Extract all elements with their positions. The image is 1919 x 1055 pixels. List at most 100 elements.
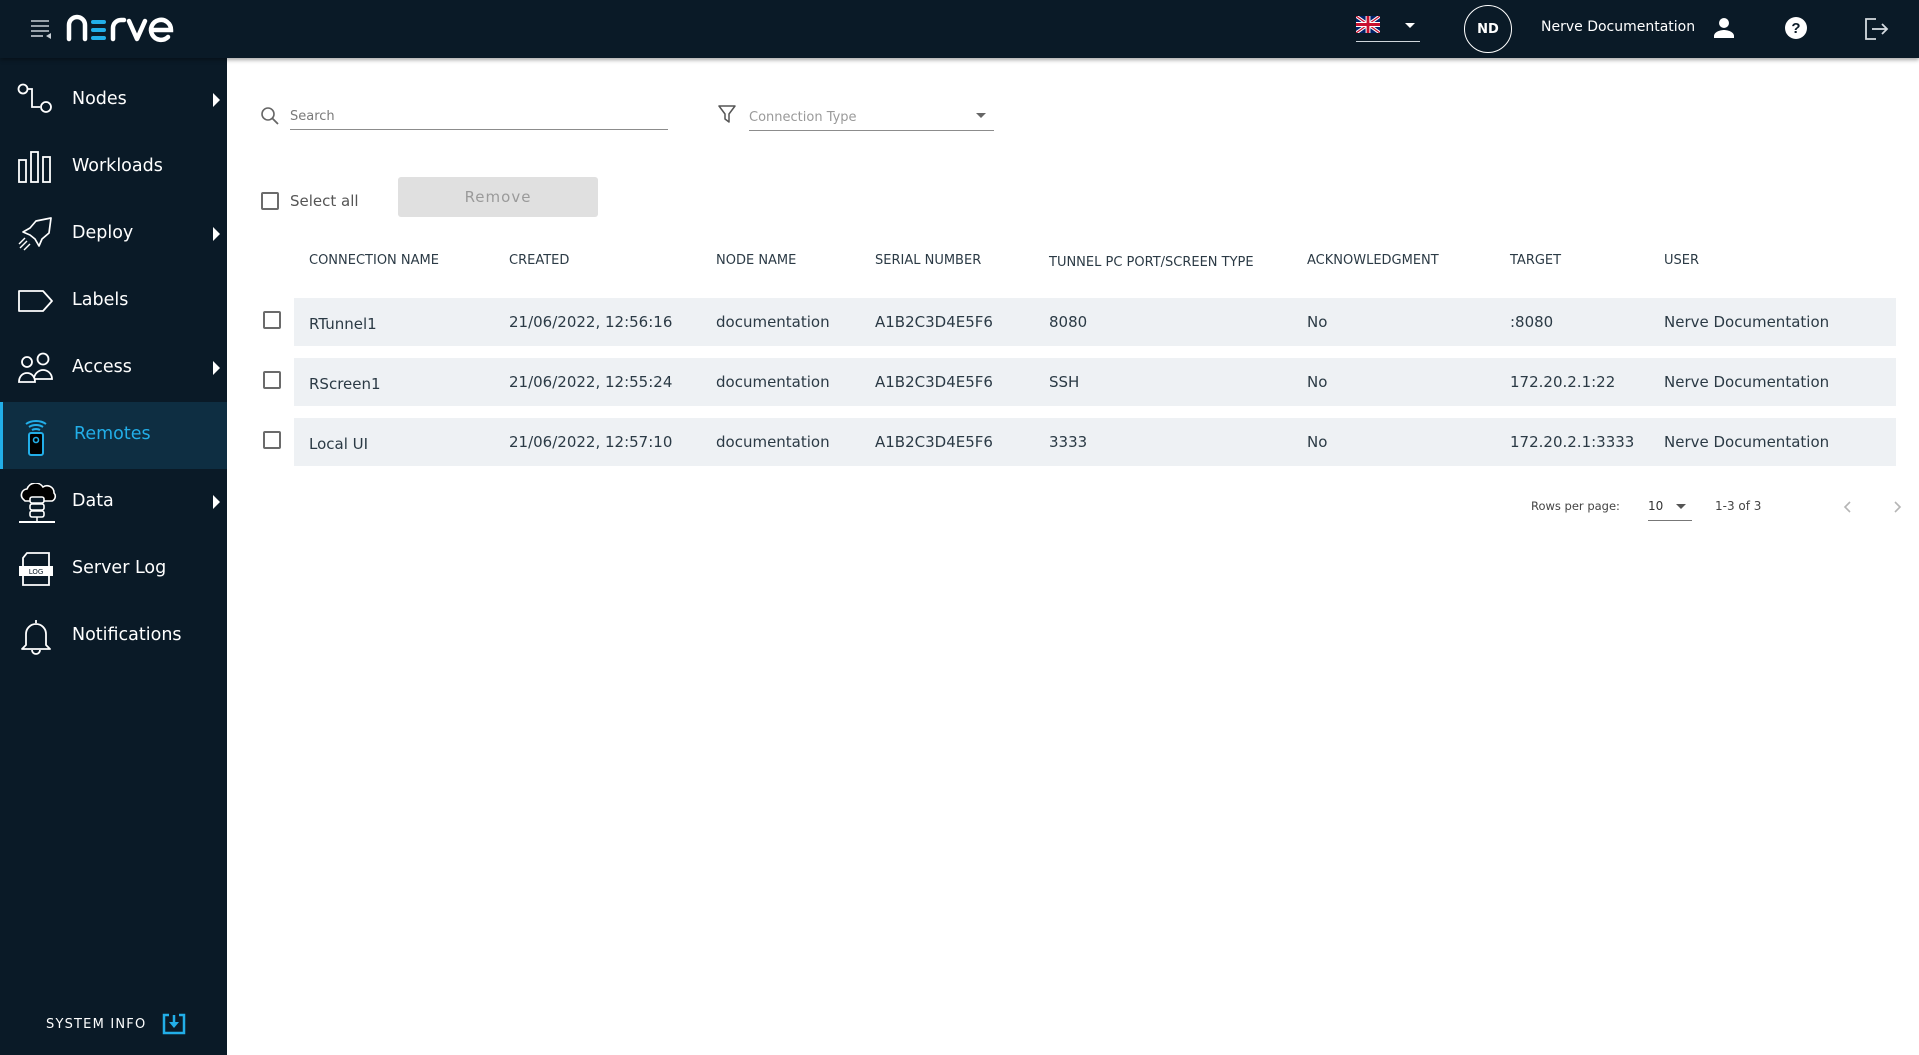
select-all-checkbox[interactable] (261, 192, 279, 210)
cell-connection-name: RTunnel1 (309, 315, 377, 333)
cell-serial-number: A1B2C3D4E5F6 (875, 313, 993, 331)
user-icon[interactable] (1712, 16, 1736, 40)
cell-user: Nerve Documentation (1664, 373, 1830, 391)
select-all[interactable]: Select all (261, 192, 359, 210)
cell-node-name: documentation (716, 433, 830, 451)
rows-per-page-label: Rows per page: (1531, 499, 1620, 513)
sidebar-item-remotes[interactable]: Remotes (0, 402, 227, 469)
rows-per-page-select[interactable]: 10 (1648, 491, 1692, 521)
sidebar-item-access[interactable]: Access (0, 335, 227, 402)
row-checkbox[interactable] (263, 311, 281, 329)
sidebar-item-labels[interactable]: Labels (0, 268, 227, 335)
column-header-acknowledgment[interactable]: ACKNOWLEDGMENT (1307, 253, 1439, 268)
previous-page-button[interactable] (1836, 495, 1860, 519)
download-icon (163, 1013, 186, 1035)
table-row[interactable]: Local UI 21/06/2022, 12:57:10 documentat… (294, 418, 1896, 466)
workloads-icon (17, 148, 55, 186)
cell-created: 21/06/2022, 12:55:24 (509, 373, 673, 391)
sidebar-item-label: Data (72, 491, 114, 511)
search-icon (261, 107, 279, 125)
column-header-target[interactable]: TARGET (1510, 253, 1561, 268)
cell-user: Nerve Documentation (1664, 313, 1830, 331)
column-header-node-name[interactable]: NODE NAME (716, 253, 796, 268)
select-all-label: Select all (290, 192, 359, 210)
avatar[interactable]: ND (1464, 5, 1512, 53)
users-icon (17, 349, 55, 387)
cell-target: 172.20.2.1:22 (1510, 373, 1616, 391)
sidebar-item-label: Deploy (72, 223, 134, 243)
username[interactable]: Nerve Documentation (1541, 19, 1695, 35)
page-range: 1-3 of 3 (1715, 499, 1762, 513)
nerve-logo (66, 8, 176, 46)
cell-serial-number: A1B2C3D4E5F6 (875, 433, 993, 451)
rocket-icon (17, 215, 55, 253)
sidebar-item-deploy[interactable]: Deploy (0, 201, 227, 268)
sidebar-item-label: Workloads (72, 156, 163, 176)
chevron-right-icon (213, 227, 220, 241)
help-icon[interactable]: ? (1784, 16, 1808, 40)
system-info-button[interactable]: SYSTEM INFO (46, 1013, 186, 1035)
chevron-right-icon (213, 93, 220, 107)
row-checkbox[interactable] (263, 431, 281, 449)
table-row[interactable]: RTunnel1 21/06/2022, 12:56:16 documentat… (294, 298, 1896, 346)
language-select[interactable] (1356, 14, 1420, 42)
cell-created: 21/06/2022, 12:56:16 (509, 313, 673, 331)
connection-type-filter: Connection Type (718, 100, 994, 132)
connection-type-select[interactable]: Connection Type (749, 100, 994, 131)
uk-flag-icon (1356, 16, 1380, 33)
cell-node-name: documentation (716, 373, 830, 391)
rows-per-page-value: 10 (1648, 499, 1664, 513)
connection-type-placeholder: Connection Type (749, 110, 857, 125)
chevron-down-icon (1405, 23, 1415, 28)
log-file-icon: LOG (17, 550, 55, 588)
bell-icon (17, 617, 55, 655)
column-header-tunnel-port[interactable]: TUNNEL PC PORT/SCREEN TYPE (1049, 255, 1254, 270)
table-header: CONNECTION NAME CREATED NODE NAME SERIAL… (294, 253, 1896, 283)
sidebar-item-label: Remotes (74, 424, 151, 444)
cell-acknowledgment: No (1307, 373, 1328, 391)
sidebar: Nodes Workloads Deploy Labels Access Rem… (0, 58, 227, 1055)
sidebar-item-server-log[interactable]: LOG Server Log (0, 536, 227, 603)
logout-icon[interactable] (1863, 16, 1889, 40)
sidebar-item-notifications[interactable]: Notifications (0, 603, 227, 670)
cell-target: :8080 (1510, 313, 1554, 331)
cell-connection-name: RScreen1 (309, 375, 381, 393)
table-row[interactable]: RScreen1 21/06/2022, 12:55:24 documentat… (294, 358, 1896, 406)
column-header-user[interactable]: USER (1664, 253, 1699, 268)
svg-text:LOG: LOG (29, 568, 44, 576)
cell-serial-number: A1B2C3D4E5F6 (875, 373, 993, 391)
column-header-connection-name[interactable]: CONNECTION NAME (309, 253, 439, 268)
cell-connection-name: Local UI (309, 435, 369, 453)
cell-target: 172.20.2.1:3333 (1510, 433, 1635, 451)
nodes-icon (17, 81, 55, 119)
menu-collapse-icon[interactable] (30, 17, 52, 39)
cloud-database-icon (17, 482, 57, 523)
search-field (260, 102, 669, 132)
sidebar-item-label: Nodes (72, 89, 127, 109)
remote-icon (17, 416, 55, 456)
cell-tunnel-port: 3333 (1049, 433, 1088, 451)
chevron-right-icon (1894, 501, 1902, 513)
cell-acknowledgment: No (1307, 313, 1328, 331)
top-bar: ND Nerve Documentation ? (0, 0, 1919, 58)
sidebar-item-nodes[interactable]: Nodes (0, 67, 227, 134)
cell-tunnel-port: 8080 (1049, 313, 1088, 331)
chevron-left-icon (1843, 501, 1851, 513)
next-page-button[interactable] (1885, 495, 1909, 519)
row-checkbox[interactable] (263, 371, 281, 389)
cell-tunnel-port: SSH (1049, 373, 1080, 391)
pagination: Rows per page: 10 1-3 of 3 (1531, 487, 1911, 527)
label-icon (17, 282, 55, 320)
sidebar-item-label: Notifications (72, 625, 182, 645)
sidebar-item-workloads[interactable]: Workloads (0, 134, 227, 201)
remove-button[interactable]: Remove (398, 177, 598, 217)
filter-icon (718, 105, 736, 123)
chevron-down-icon (1676, 504, 1686, 509)
sidebar-item-data[interactable]: Data (0, 469, 227, 536)
cell-user: Nerve Documentation (1664, 433, 1830, 451)
column-header-serial-number[interactable]: SERIAL NUMBER (875, 253, 981, 268)
sidebar-item-label: Access (72, 357, 132, 377)
search-input[interactable] (290, 102, 668, 130)
chevron-down-icon (976, 113, 986, 118)
column-header-created[interactable]: CREATED (509, 253, 569, 268)
